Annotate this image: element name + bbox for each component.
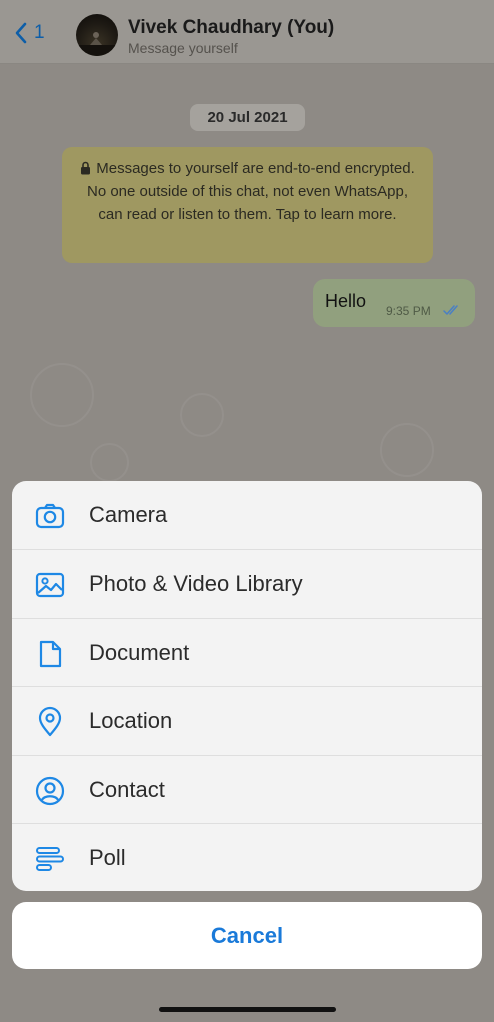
cancel-button[interactable]: Cancel [12,902,482,969]
chat-title[interactable]: Vivek Chaudhary (You) [128,17,334,39]
back-button[interactable]: 1 [14,22,45,44]
avatar-photo-silhouette [76,32,118,56]
encryption-notice[interactable]: Messages to yourself are end-to-end encr… [62,147,433,263]
date-separator: 20 Jul 2021 [190,104,305,131]
back-unread-count: 1 [34,22,45,43]
action-label: Camera [89,502,168,527]
message-bubble-outgoing[interactable]: Hello 9:35 PM [313,279,475,327]
encryption-notice-text: Messages to yourself are end-to-end encr… [86,160,415,223]
read-double-tick-icon [443,305,458,315]
camera-icon [35,503,65,529]
chat-header: 1 Vivek Chaudhary (You) Message yourself [0,0,494,64]
action-contact[interactable]: Contact [12,756,482,824]
attachment-action-sheet: Camera Photo & Video Library Document Lo… [12,481,482,891]
action-poll[interactable]: Poll [12,824,482,891]
message-text: Hello [325,291,367,311]
action-camera[interactable]: Camera [12,481,482,549]
action-location[interactable]: Location [12,687,482,755]
avatar[interactable] [76,14,118,56]
action-document[interactable]: Document [12,619,482,687]
wallpaper-doodle [180,393,224,437]
action-label: Location [89,708,173,733]
wallpaper-doodle [30,363,94,427]
chevron-left-icon [15,22,27,44]
poll-icon [36,847,64,871]
contact-icon [35,776,65,806]
action-label: Poll [89,845,126,870]
location-pin-icon [38,706,62,737]
action-photo-video-library[interactable]: Photo & Video Library [12,550,482,618]
action-label: Contact [89,777,165,802]
lock-icon [81,161,91,175]
chat-subtitle: Message yourself [128,40,238,56]
photo-icon [35,572,65,598]
wallpaper-doodle [90,443,129,482]
document-icon [39,640,62,668]
home-indicator[interactable] [159,1007,336,1012]
wallpaper-doodle [380,423,434,477]
action-label: Photo & Video Library [89,571,303,596]
message-time: 9:35 PM [386,304,431,318]
action-label: Document [89,640,190,665]
